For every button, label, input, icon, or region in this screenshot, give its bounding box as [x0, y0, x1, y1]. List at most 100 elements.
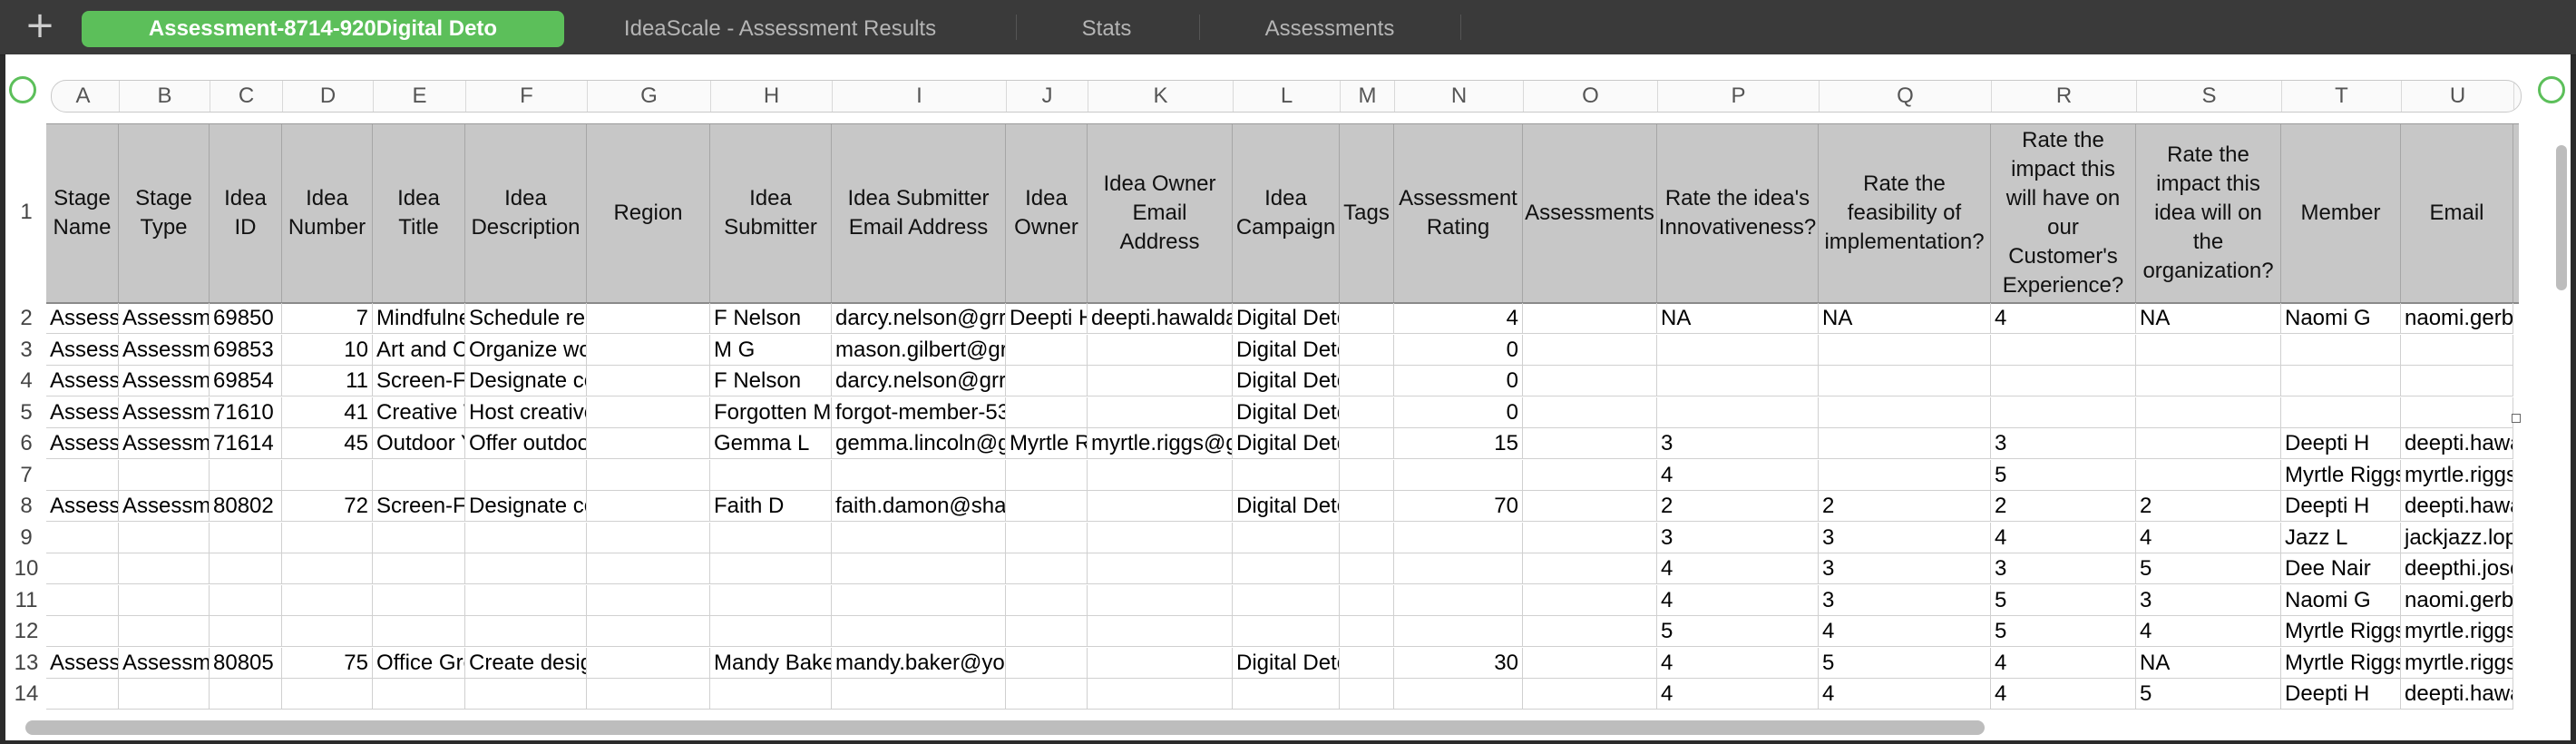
column-letter-i[interactable]: I: [833, 81, 1007, 112]
table-cell[interactable]: [1819, 366, 1991, 396]
table-cell[interactable]: [1340, 679, 1394, 710]
table-cell[interactable]: 5: [1819, 647, 1991, 679]
table-cell[interactable]: [2281, 366, 2401, 396]
table-cell[interactable]: [1523, 334, 1657, 366]
table-cell[interactable]: Gemma L: [710, 428, 832, 459]
table-cell[interactable]: Myrtle R: [1006, 428, 1088, 459]
column-letter-m[interactable]: M: [1341, 81, 1395, 112]
table-cell[interactable]: [1340, 366, 1394, 396]
table-cell[interactable]: 4: [2136, 522, 2281, 553]
table-cell[interactable]: [1233, 679, 1340, 710]
table-cell[interactable]: NA: [1657, 303, 1819, 334]
header-cell[interactable]: Assessments: [1523, 124, 1657, 302]
table-cell[interactable]: Assessm: [46, 491, 119, 522]
table-cell[interactable]: 0: [1394, 334, 1523, 366]
table-cell[interactable]: Designate certain hours o: [465, 491, 587, 522]
column-letter-a[interactable]: A: [52, 81, 120, 112]
table-cell[interactable]: [587, 428, 710, 459]
table-cell[interactable]: 80805: [210, 647, 282, 679]
table-cell[interactable]: [1394, 584, 1523, 616]
table-cell[interactable]: [587, 491, 710, 522]
table-cell[interactable]: [1523, 459, 1657, 491]
header-cell[interactable]: Assessment Rating: [1394, 124, 1523, 302]
table-cell[interactable]: [282, 459, 373, 491]
table-cell[interactable]: [1233, 459, 1340, 491]
table-cell[interactable]: [1394, 679, 1523, 710]
table-cell[interactable]: [1394, 553, 1523, 584]
table-cell[interactable]: 5: [2136, 553, 2281, 584]
table-cell[interactable]: [119, 459, 210, 491]
table-cell[interactable]: [1523, 366, 1657, 396]
table-cell[interactable]: deepti.hawa: [2401, 491, 2513, 522]
table-cell[interactable]: [465, 522, 587, 553]
table-cell[interactable]: 72: [282, 491, 373, 522]
table-cell[interactable]: [2136, 459, 2281, 491]
horizontal-scrollbar[interactable]: [25, 720, 1985, 735]
header-cell[interactable]: Tags: [1340, 124, 1394, 302]
table-cell[interactable]: Forgotten M: [710, 396, 832, 428]
row-number[interactable]: 11: [5, 585, 47, 616]
table-cell[interactable]: 3: [1819, 553, 1991, 584]
table-cell[interactable]: Deepti H: [2281, 679, 2401, 710]
table-cell[interactable]: [282, 584, 373, 616]
table-cell[interactable]: 30: [1394, 647, 1523, 679]
table-cell[interactable]: 2: [1657, 491, 1819, 522]
table-cell[interactable]: 2: [1819, 491, 1991, 522]
table-cell[interactable]: Mandy Baker: [710, 647, 832, 679]
column-letter-u[interactable]: U: [2402, 81, 2514, 112]
table-cell[interactable]: Host creative workshops s: [465, 396, 587, 428]
column-letter-d[interactable]: D: [283, 81, 374, 112]
table-cell[interactable]: Outdoor Y: [373, 428, 465, 459]
table-cell[interactable]: [1088, 366, 1233, 396]
row-number[interactable]: 6: [5, 428, 47, 459]
table-cell[interactable]: 45: [282, 428, 373, 459]
table-cell[interactable]: Myrtle Riggs: [2281, 647, 2401, 679]
table-cell[interactable]: Digital Detox We: [1233, 428, 1340, 459]
table-cell[interactable]: [587, 334, 710, 366]
row-number[interactable]: 14: [5, 679, 47, 710]
table-cell[interactable]: [832, 459, 1006, 491]
table-cell[interactable]: 3: [2136, 584, 2281, 616]
table-cell[interactable]: 70: [1394, 491, 1523, 522]
table-cell[interactable]: [1340, 303, 1394, 334]
table-cell[interactable]: F Nelson: [710, 303, 832, 334]
table-cell[interactable]: [282, 616, 373, 647]
tab-stats[interactable]: Stats: [1025, 11, 1188, 47]
table-cell[interactable]: Jazz L: [2281, 522, 2401, 553]
table-cell[interactable]: [1394, 616, 1523, 647]
header-cell[interactable]: Idea Owner Email Address: [1088, 124, 1233, 302]
table-cell[interactable]: [1006, 584, 1088, 616]
column-letter-r[interactable]: R: [1992, 81, 2137, 112]
table-cell[interactable]: [210, 679, 282, 710]
table-cell[interactable]: [1819, 428, 1991, 459]
table-cell[interactable]: 4: [1991, 303, 2136, 334]
table-cell[interactable]: NA: [2136, 647, 2281, 679]
table-cell[interactable]: Offer outdoor yoga sessio: [465, 428, 587, 459]
table-cell[interactable]: [1233, 522, 1340, 553]
table-cell[interactable]: [1006, 396, 1088, 428]
table-cell[interactable]: [210, 616, 282, 647]
table-cell[interactable]: 41: [282, 396, 373, 428]
table-cell[interactable]: [46, 553, 119, 584]
header-cell[interactable]: Idea ID: [210, 124, 282, 302]
table-cell[interactable]: 75: [282, 647, 373, 679]
tab-assessment[interactable]: Assessment-8714-920Digital Deto: [82, 11, 564, 47]
table-cell[interactable]: Assessm: [46, 366, 119, 396]
table-cell[interactable]: [282, 553, 373, 584]
table-cell[interactable]: 3: [1991, 428, 2136, 459]
table-cell[interactable]: Digital Detox We: [1233, 491, 1340, 522]
table-cell[interactable]: myrtle.riggs@g: [1088, 428, 1233, 459]
table-cell[interactable]: [587, 616, 710, 647]
add-tab-button[interactable]: +: [22, 7, 58, 44]
table-cell[interactable]: [210, 553, 282, 584]
table-cell[interactable]: [46, 522, 119, 553]
table-cell[interactable]: 5: [1991, 616, 2136, 647]
table-cell[interactable]: 15: [1394, 428, 1523, 459]
column-letter-p[interactable]: P: [1658, 81, 1820, 112]
table-cell[interactable]: [710, 522, 832, 553]
table-cell[interactable]: [119, 553, 210, 584]
table-cell[interactable]: Screen-Fr: [373, 491, 465, 522]
table-cell[interactable]: [465, 553, 587, 584]
table-cell[interactable]: myrtle.riggs(: [2401, 647, 2513, 679]
row-number[interactable]: 7: [5, 460, 47, 491]
